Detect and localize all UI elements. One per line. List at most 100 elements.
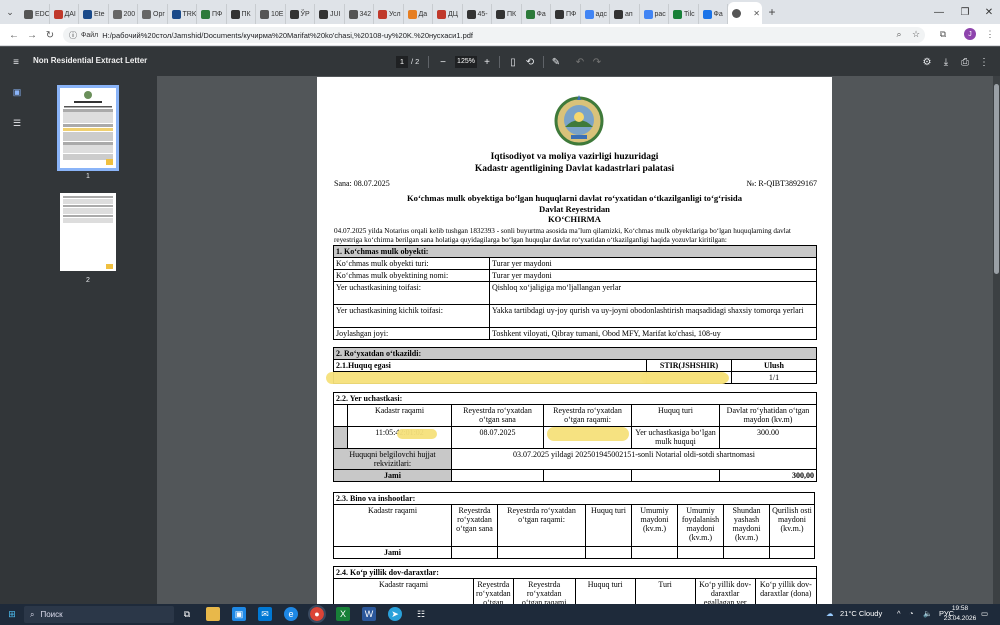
zoom-in-icon[interactable]: + <box>480 55 494 69</box>
browser-tab[interactable]: 342 <box>345 4 374 24</box>
tab-label: 45- <box>477 10 488 18</box>
task-view-icon[interactable]: ⧉ <box>180 607 194 621</box>
sec1-label: Joylashgan joyi: <box>333 327 490 340</box>
land-row-marker <box>333 426 348 449</box>
browser-tab[interactable]: рас <box>640 4 669 24</box>
browser-tab[interactable]: ДАІ <box>50 4 79 24</box>
browser-tab[interactable]: 10Е <box>256 4 286 24</box>
profile-avatar[interactable]: J <box>964 28 976 40</box>
sec1-label: Ko‘chmas mulk obyekti turi: <box>333 257 490 270</box>
tab-search-chevron-icon[interactable]: ⌄ <box>0 0 20 24</box>
back-icon[interactable]: ← <box>6 28 22 42</box>
weather-text[interactable]: 21°C Cloudy <box>840 609 882 618</box>
tab-label: ап <box>625 10 633 18</box>
close-window-icon[interactable]: ✕ <box>976 0 1000 24</box>
redo-icon[interactable]: ↷ <box>590 55 604 69</box>
store-icon[interactable]: ▣ <box>232 607 246 621</box>
ai-assist-icon[interactable]: ⚙ <box>920 55 934 69</box>
browser-tab[interactable]: ДЦ <box>433 4 463 24</box>
page-thumbnail-2[interactable] <box>60 193 116 271</box>
zoom-out-icon[interactable]: − <box>436 55 450 69</box>
chrome-icon[interactable]: ● <box>308 605 326 623</box>
taskbar-search[interactable]: ⌕ Поиск <box>24 606 174 623</box>
tray-chevron-icon[interactable]: ^ <box>897 609 901 618</box>
info-icon[interactable]: ⓘ <box>69 30 77 41</box>
volume-icon[interactable]: 🔈 <box>923 609 932 618</box>
browser-tab[interactable]: EDC <box>20 4 50 24</box>
browser-tab-active[interactable]: ✕ <box>728 2 762 24</box>
browser-tab[interactable]: Ete <box>79 4 109 24</box>
telegram-icon[interactable]: ➤ <box>388 607 402 621</box>
forward-icon[interactable]: → <box>24 28 40 42</box>
page-number-input[interactable]: 1 <box>396 56 408 68</box>
fit-page-icon[interactable]: ▯ <box>506 55 520 69</box>
zoom-icon[interactable]: ⌕ <box>892 27 906 41</box>
grid-icon <box>142 9 151 19</box>
minimize-icon[interactable]: — <box>926 0 952 24</box>
buildings-col-header: Shundan yashash maydoni (kv.m.) <box>723 504 770 547</box>
mail-icon[interactable]: ✉ <box>258 607 272 621</box>
more-options-icon[interactable]: ⋮ <box>977 55 991 69</box>
browser-menu-icon[interactable]: ⋮ <box>983 27 997 41</box>
redaction-highlight <box>641 373 729 383</box>
maximize-icon[interactable]: ❐ <box>952 0 978 24</box>
browser-tab[interactable]: адс <box>581 4 610 24</box>
browser-tab[interactable]: 45- <box>463 4 492 24</box>
browser-tab[interactable]: Фа <box>699 4 728 24</box>
print-icon[interactable]: ⎙ <box>958 55 972 69</box>
outline-view-icon[interactable]: ☰ <box>11 117 23 129</box>
buildings-table: 2.3. Bino va inshootlar: Kadastr raqami … <box>333 492 815 559</box>
pdf-viewer[interactable]: Iqtisodiyot va moliya vazirligi huzurida… <box>157 76 993 604</box>
edge-icon[interactable]: e <box>284 607 298 621</box>
page-thumbnail-1[interactable] <box>57 85 119 171</box>
browser-tab[interactable]: Усл <box>374 4 404 24</box>
land-col-header: Kadastr raqami <box>347 404 452 427</box>
thumbnails-view-icon[interactable]: ▣ <box>11 86 23 98</box>
download-icon[interactable]: ⤓ <box>939 55 953 69</box>
browser-tab[interactable]: ЎР <box>286 4 315 24</box>
undo-icon[interactable]: ↶ <box>573 55 587 69</box>
word-icon[interactable]: W <box>362 607 376 621</box>
browser-tab[interactable]: Орг <box>138 4 168 24</box>
rotate-icon[interactable]: ⟲ <box>523 55 537 69</box>
browser-tab[interactable]: TRK <box>168 4 197 24</box>
zoom-input[interactable]: 125% <box>455 56 477 68</box>
annotate-icon[interactable]: ✎ <box>549 55 563 69</box>
land-right-type: Yer uchastkasiga bo‘lgan mulk huquqi <box>631 426 720 449</box>
browser-tab[interactable]: ПФ <box>551 4 581 24</box>
extensions-icon[interactable]: ⧉ <box>936 27 950 41</box>
bookmark-star-icon[interactable]: ☆ <box>909 27 923 41</box>
doc-title-line-2: Davlat Reyestridan <box>539 204 610 214</box>
browser-tab[interactable]: JUI <box>315 4 345 24</box>
clock-date[interactable]: 23.04.2026 <box>942 615 978 622</box>
browser-tab[interactable]: ап <box>610 4 640 24</box>
omnibox[interactable]: ⓘ Файл H:/рабочий%20стол/Jamshid/Documen… <box>63 27 925 43</box>
new-tab-button[interactable]: + <box>762 5 782 19</box>
intro-paragraph: 04.07.2025 yilda Notarius orqali kelib t… <box>334 227 791 244</box>
sec1-value: Turar yer maydoni <box>489 269 817 282</box>
reload-icon[interactable]: ↻ <box>42 28 58 42</box>
viewer-scrollbar[interactable] <box>993 76 1000 604</box>
start-icon[interactable]: ⊞ <box>5 607 19 621</box>
clock-time[interactable]: 19:58 <box>945 605 975 612</box>
sidebar-menu-icon[interactable]: ≡ <box>9 55 23 69</box>
flag-icon <box>378 9 387 19</box>
close-tab-icon[interactable]: ✕ <box>753 9 762 18</box>
tab-label: TRK <box>182 10 197 18</box>
browser-tab[interactable]: 200 <box>109 4 138 24</box>
notifications-icon[interactable]: ▭ <box>981 609 988 618</box>
url-text[interactable]: H:/рабочий%20стол/Jamshid/Documents/кучи… <box>102 31 473 40</box>
browser-tab[interactable]: ПК <box>492 4 522 24</box>
browser-tab[interactable]: ПК <box>227 4 256 24</box>
land-blank-cell <box>333 404 348 427</box>
browser-tab[interactable]: Да <box>404 4 433 24</box>
buildings-total-blank <box>451 546 498 559</box>
browser-tab[interactable]: Фа <box>522 4 551 24</box>
file-explorer-icon[interactable] <box>206 607 220 621</box>
scrollbar-thumb[interactable] <box>994 84 999 274</box>
excel-icon[interactable]: X <box>336 607 350 621</box>
network-icon[interactable]: ◔ <box>909 609 914 618</box>
browser-tab[interactable]: Tilc <box>669 4 699 24</box>
app-icon[interactable]: ☷ <box>414 607 428 621</box>
browser-tab[interactable]: ПФ <box>197 4 227 24</box>
